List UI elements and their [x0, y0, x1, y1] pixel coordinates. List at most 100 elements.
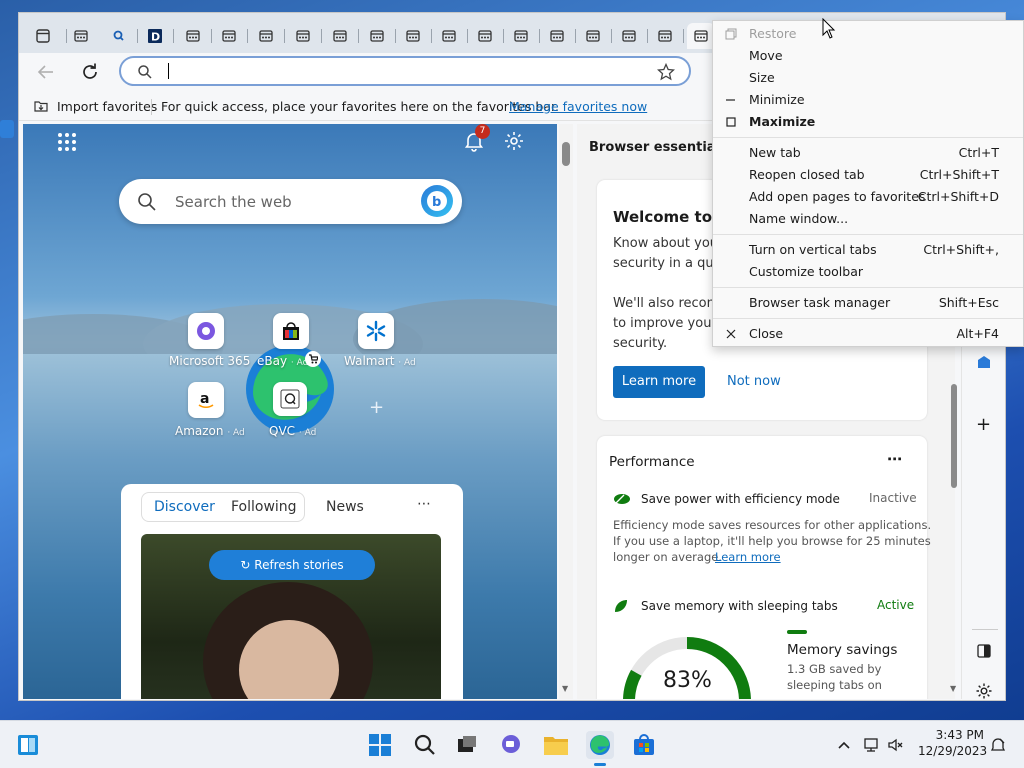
window-context-menu: Restore Move Size Minimize Maximize New …	[712, 20, 1024, 347]
page-scrollbar[interactable]: ▼	[559, 124, 573, 699]
store-icon	[634, 734, 654, 755]
task-view-button[interactable]	[453, 731, 481, 759]
page-settings-button[interactable]	[503, 130, 525, 152]
performance-title: Performance	[609, 454, 695, 470]
bing-chat-button[interactable]: b	[421, 185, 453, 217]
new-tab-page: 7 Search the web b Microsoft 365 eBay · …	[23, 124, 557, 699]
tab[interactable]	[363, 23, 391, 49]
menu-item-customize-toolbar[interactable]: Customize toolbar	[713, 261, 1023, 283]
search-icon	[138, 193, 156, 211]
edge-taskbar-button[interactable]	[586, 731, 614, 766]
efficiency-learn-more-link[interactable]: Learn more	[715, 550, 781, 564]
sleeping-leaf-icon	[615, 600, 627, 612]
network-icon	[864, 738, 878, 752]
refresh-stories-button[interactable]: ↻ Refresh stories	[209, 550, 375, 580]
menu-item-reopen-closed-tab[interactable]: Reopen closed tab Ctrl+Shift+T	[713, 164, 1023, 186]
tile-walmart[interactable]	[358, 313, 394, 349]
notifications-button[interactable]: 7	[463, 124, 490, 154]
tab[interactable]	[215, 23, 243, 49]
amazon-icon: a	[198, 391, 214, 409]
sleeping-status: Active	[877, 598, 915, 612]
tile-amazon[interactable]: a	[188, 382, 224, 418]
menu-item-move[interactable]: Move	[713, 45, 1023, 67]
add-sidebar-app-button[interactable]: +	[976, 416, 991, 434]
menu-item-maximize[interactable]: Maximize	[713, 111, 1023, 133]
menu-item-task-manager[interactable]: Browser task manager Shift+Esc	[713, 292, 1023, 314]
outlook-icon[interactable]	[976, 354, 992, 370]
manage-favorites-link[interactable]: Manage favorites now	[509, 99, 647, 114]
maximize-icon	[726, 117, 736, 127]
tile-microsoft-365[interactable]	[188, 313, 224, 349]
app-launcher-button[interactable]	[57, 132, 77, 152]
teams-chat-button[interactable]	[497, 731, 525, 759]
memory-indicator	[787, 630, 807, 634]
menu-item-close[interactable]: Close Alt+F4	[713, 323, 1023, 345]
hide-sidebar-icon[interactable]	[977, 644, 991, 658]
tab[interactable]	[326, 23, 354, 49]
tab-following[interactable]: Following	[231, 499, 297, 515]
tab-search[interactable]	[105, 23, 133, 49]
tab-discover[interactable]: Discover	[154, 499, 215, 515]
leaf-icon	[614, 494, 630, 504]
show-hidden-icons-button[interactable]	[830, 731, 858, 759]
refresh-button[interactable]	[79, 61, 101, 83]
tab-d-site[interactable]: D	[141, 23, 169, 49]
tab[interactable]	[67, 23, 95, 49]
search-button[interactable]	[411, 731, 439, 759]
sidebar-settings-icon[interactable]	[975, 682, 993, 700]
tab[interactable]	[507, 23, 535, 49]
tab[interactable]	[471, 23, 499, 49]
page-icon	[186, 30, 200, 42]
web-search-box[interactable]: Search the web b	[119, 179, 462, 224]
learn-more-button[interactable]: Learn more	[613, 366, 705, 398]
tab[interactable]	[435, 23, 463, 49]
favorite-star-icon[interactable]	[657, 63, 675, 81]
mouse-cursor-icon	[822, 18, 836, 39]
memory-title: Memory savings	[787, 642, 898, 658]
tab-active[interactable]	[687, 23, 715, 49]
tab[interactable]	[579, 23, 607, 49]
favorites-hint-text: For quick access, place your favorites h…	[161, 99, 559, 114]
efficiency-title: Save power with efficiency mode	[641, 492, 840, 506]
add-tile-button[interactable]: +	[369, 399, 384, 417]
store-button[interactable]	[630, 731, 658, 759]
scrollbar-thumb[interactable]	[562, 142, 570, 166]
clock[interactable]: 3:43 PM 12/29/2023	[918, 727, 987, 759]
tab-news[interactable]: News	[326, 499, 364, 515]
menu-item-new-tab[interactable]: New tab Ctrl+T	[713, 142, 1023, 164]
menu-item-minimize[interactable]: Minimize	[713, 89, 1023, 111]
page-icon	[550, 30, 564, 42]
page-icon	[74, 30, 88, 42]
tab[interactable]	[252, 23, 280, 49]
page-icon	[658, 30, 672, 42]
tab[interactable]	[543, 23, 571, 49]
volume-button[interactable]	[882, 731, 910, 759]
import-favorites-button[interactable]: Import favorites	[57, 99, 157, 114]
back-button[interactable]	[35, 61, 57, 83]
menu-item-restore[interactable]: Restore	[713, 23, 1023, 45]
page-icon	[442, 30, 456, 42]
menu-item-add-pages-to-favorites[interactable]: Add open pages to favorites Ctrl+Shift+D	[713, 186, 1023, 208]
file-explorer-button[interactable]	[542, 731, 570, 759]
tile-ebay[interactable]	[273, 313, 309, 349]
feed-more-button[interactable]: ⋯	[417, 496, 431, 512]
scrollbar-thumb[interactable]	[951, 384, 957, 488]
desktop-icon[interactable]	[0, 120, 14, 138]
tab-actions-menu[interactable]	[29, 23, 57, 49]
menu-item-vertical-tabs[interactable]: Turn on vertical tabs Ctrl+Shift+,	[713, 239, 1023, 261]
widgets-button[interactable]	[14, 731, 42, 759]
menu-item-name-window[interactable]: Name window...	[713, 208, 1023, 230]
tile-qvc[interactable]	[273, 382, 307, 416]
address-bar[interactable]	[119, 56, 691, 86]
tab[interactable]	[399, 23, 427, 49]
notification-center-button[interactable]	[984, 731, 1012, 759]
tab[interactable]	[651, 23, 679, 49]
not-now-button[interactable]: Not now	[727, 374, 781, 389]
bing-icon: b	[427, 191, 447, 211]
performance-more-button[interactable]: ⋯	[887, 450, 902, 468]
tab[interactable]	[615, 23, 643, 49]
start-button[interactable]	[366, 731, 394, 759]
menu-item-size[interactable]: Size	[713, 67, 1023, 89]
tab[interactable]	[289, 23, 317, 49]
tab[interactable]	[179, 23, 207, 49]
